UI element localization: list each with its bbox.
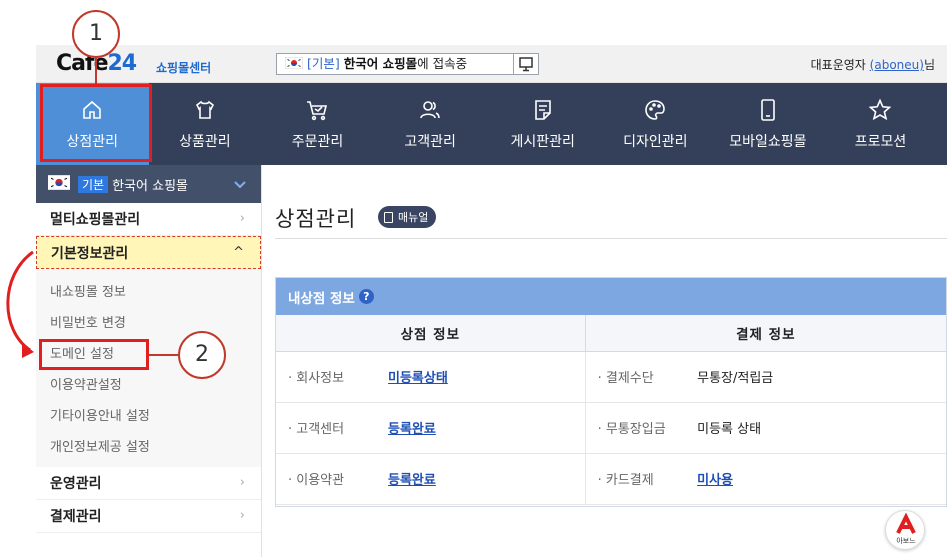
document-icon [384, 211, 393, 223]
store-info-table: 상점 정보 결제 정보 · 회사정보 미등록상태 · 결제수단 무통장/적립금 … [276, 315, 946, 505]
connected-mall-indicator[interactable]: [기본] 한국어 쇼핑몰에 접속중 [276, 53, 514, 75]
admin-role: 대표운영자 [810, 58, 866, 72]
chevron-right-icon: › [239, 508, 245, 523]
sidebar-group-multi-mall[interactable]: 멀티쇼핑몰관리 › [36, 203, 261, 236]
cart-icon [307, 100, 328, 120]
panel-header: 내상점 정보 ? [276, 278, 946, 315]
sidebar-group-label: 기본정보관리 [51, 245, 129, 262]
customer-center-status-link[interactable]: 등록완료 [388, 422, 436, 437]
row-label: · 결제수단 [585, 351, 698, 403]
highlight-domain-settings [39, 339, 149, 370]
nav-customer-management[interactable]: 고객관리 [374, 83, 487, 165]
manual-button[interactable]: 매뉴얼 [378, 206, 437, 228]
sidebar-group-label: 운영관리 [50, 476, 102, 492]
nav-board-management[interactable]: 게시판관리 [486, 83, 599, 165]
sidebar-group-payment[interactable]: 결제관리 › [36, 500, 261, 533]
row-value: 미등록상태 [388, 351, 586, 403]
logo-subtitle: 쇼핑몰센터 [156, 61, 212, 75]
palette-icon [645, 99, 666, 120]
nav-order-management[interactable]: 주문관리 [261, 83, 374, 165]
sidebar-group-label: 결제관리 [50, 509, 102, 525]
top-header: Cafe24 쇼핑몰센터 [기본] 한국어 쇼핑몰에 접속중 대표운영자 (ab… [36, 45, 947, 83]
shirt-icon [195, 100, 214, 119]
brand-logo-icon [896, 512, 916, 534]
row-label: · 무통장입금 [585, 402, 698, 454]
row-value: 등록완료 [388, 453, 586, 505]
chevron-right-icon: › [239, 211, 245, 226]
table-row: · 고객센터 등록완료 · 무통장입금 미등록 상태 [276, 402, 946, 454]
row-label: · 고객센터 [276, 402, 388, 454]
monitor-button[interactable] [513, 53, 539, 75]
sidebar-item-other-guide-settings[interactable]: 기타이용안내 설정 [36, 399, 261, 430]
row-label: · 회사정보 [276, 351, 388, 403]
brand-text: 아보느 [896, 537, 916, 545]
mall-status: 에 접속중 [417, 56, 468, 71]
chevron-right-icon: › [239, 475, 245, 490]
board-icon [534, 99, 551, 120]
panel-title: 내상점 정보 [288, 290, 355, 307]
col-store-info: 상점 정보 [276, 315, 586, 352]
nav-promotion[interactable]: 프로모션 [824, 83, 937, 165]
col-payment-info: 결제 정보 [585, 315, 946, 352]
card-payment-status-link[interactable]: 미사용 [697, 473, 733, 488]
step-marker-2: 2 [178, 331, 226, 379]
nav-label: 게시판관리 [510, 133, 575, 150]
sidebar-item-change-password[interactable]: 비밀번호 변경 [36, 306, 261, 337]
nav-design-management[interactable]: 디자인관리 [599, 83, 712, 165]
sidebar-item-terms-settings[interactable]: 이용약관설정 [36, 368, 261, 399]
help-icon[interactable]: ? [358, 289, 374, 304]
mall-name: 한국어 쇼핑몰 [343, 56, 418, 71]
manual-label: 매뉴얼 [398, 211, 429, 224]
sidebar-item-my-mall-info[interactable]: 내쇼핑몰 정보 [36, 275, 261, 306]
row-label: · 카드결제 [585, 453, 698, 505]
admin-info: 대표운영자 (aboneu)님 [811, 56, 935, 73]
nav-label: 고객관리 [404, 133, 456, 150]
star-icon [869, 98, 892, 120]
sidebar-item-privacy-settings[interactable]: 개인정보제공 설정 [36, 430, 261, 461]
row-value: 미사용 [697, 453, 946, 505]
row-label: · 이용약관 [276, 453, 388, 505]
chevron-down-icon [234, 181, 246, 189]
sidebar-group-label: 멀티쇼핑몰관리 [50, 212, 141, 228]
row-value: 무통장/적립금 [697, 351, 946, 403]
mobile-icon [761, 98, 775, 121]
sidebar-group-basic-info[interactable]: 기본정보관리 ^ [36, 236, 261, 269]
title-divider [275, 238, 947, 239]
mall-type-badge: 기본 [78, 175, 109, 193]
nav-label: 모바일쇼핑몰 [729, 133, 807, 150]
admin-suffix: 님 [923, 58, 935, 72]
people-icon [420, 100, 440, 118]
sidebar-group-operation[interactable]: 운영관리 › [36, 467, 261, 500]
main-nav: 상점관리 상품관리 주문관리 고객관리 게시판관리 디자인관리 모바일쇼핑몰 프… [36, 83, 947, 165]
chevron-up-icon: ^ [233, 245, 244, 260]
sidebar-mall-selector[interactable]: 기본 한국어 쇼핑몰 [36, 165, 261, 203]
row-value: 미등록 상태 [697, 402, 946, 454]
monitor-icon [519, 57, 533, 72]
terms-status-link[interactable]: 등록완료 [388, 473, 436, 488]
nav-label: 프로모션 [854, 133, 907, 150]
table-row: · 회사정보 미등록상태 · 결제수단 무통장/적립금 [276, 351, 946, 403]
brand-badge: 아보느 [885, 510, 925, 550]
korea-flag-icon [284, 55, 304, 75]
nav-mobile-mall[interactable]: 모바일쇼핑몰 [712, 83, 825, 165]
step-marker-1: 1 [72, 10, 120, 58]
nav-label: 디자인관리 [623, 133, 688, 150]
nav-label: 주문관리 [291, 133, 344, 150]
korea-flag-icon [48, 174, 70, 194]
nav-label: 상품관리 [179, 133, 231, 150]
table-row: · 이용약관 등록완료 · 카드결제 미사용 [276, 453, 946, 505]
table-header-row: 상점 정보 결제 정보 [276, 315, 946, 352]
sidebar-mall-name: 한국어 쇼핑몰 [112, 178, 188, 194]
page-title: 상점관리 [275, 207, 357, 231]
mall-kind: [기본] [307, 56, 340, 71]
logo-number: 24 [107, 51, 137, 76]
admin-id-link[interactable]: (aboneu) [870, 58, 924, 72]
row-value: 등록완료 [388, 402, 586, 454]
nav-product-management[interactable]: 상품관리 [149, 83, 262, 165]
company-info-status-link[interactable]: 미등록상태 [388, 371, 448, 386]
highlight-store-management [40, 84, 152, 162]
store-info-panel: 내상점 정보 ? 상점 정보 결제 정보 · 회사정보 미등록상태 · 결제수단… [275, 277, 947, 507]
